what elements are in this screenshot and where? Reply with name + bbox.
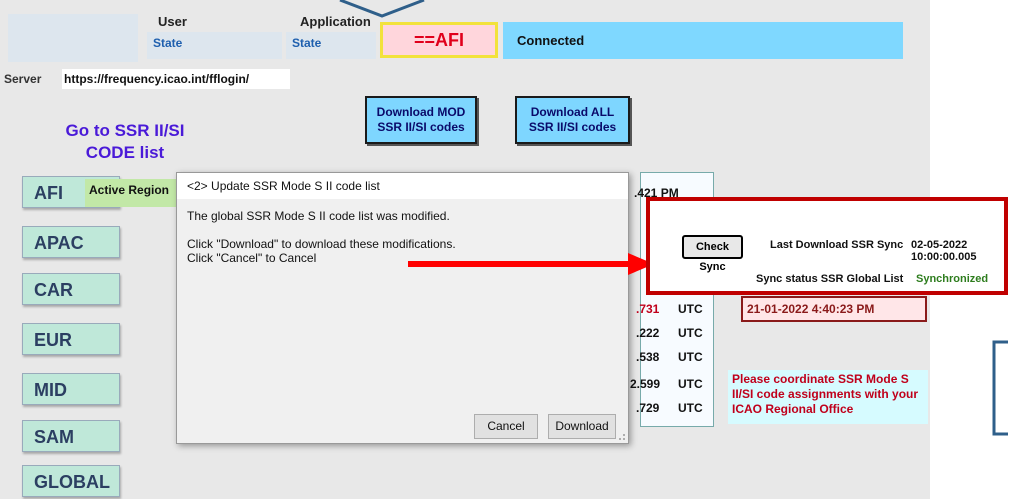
dialog-message: The global SSR Mode S II code list was m… [187, 209, 450, 223]
download-all-button[interactable]: Download ALL SSR II/SI codes [515, 96, 630, 144]
region-button-mid[interactable]: MID [22, 373, 120, 405]
sync-status-label: Sync status SSR Global List [756, 273, 904, 285]
user-label: User [158, 14, 187, 29]
connection-status: Connected [503, 22, 903, 59]
utc-value: .731 [636, 302, 660, 316]
bracket-shape-icon [992, 340, 1008, 436]
active-region-label: Active Region [85, 179, 177, 207]
dialog-title: <2> Update SSR Mode S II code list [177, 173, 628, 199]
download-all-line1: Download ALL [530, 105, 615, 119]
server-label: Server [4, 72, 42, 86]
utc-value: .222 [636, 326, 660, 340]
region-button-sam[interactable]: SAM [22, 420, 120, 452]
red-arrow-icon [408, 253, 654, 275]
last-download-value: 02-05-2022 10:00:00.005 [911, 239, 977, 263]
goto-line1: Go to SSR II/SI [65, 121, 185, 140]
utc-value: .729 [636, 401, 660, 415]
last-download-label: Last Download SSR Sync [770, 239, 904, 251]
utc-unit: UTC [678, 326, 703, 340]
resize-grip-icon[interactable] [616, 431, 626, 441]
goto-line2: CODE list [85, 143, 165, 162]
application-label: Application [300, 14, 371, 29]
download-mod-button[interactable]: Download MOD SSR II/SI codes [365, 96, 477, 144]
region-button-global[interactable]: GLOBAL [22, 465, 120, 497]
check-sync-button[interactable]: Check Sync [682, 235, 743, 273]
application-state: State [286, 32, 376, 59]
coordination-note: Please coordinate SSR Mode S II/SI code … [728, 370, 928, 424]
utc-row: 2.599 UTC [630, 377, 703, 391]
user-state: State [147, 32, 282, 59]
dialog-instruction-download: Click "Download" to download these modif… [187, 237, 456, 251]
region-button-eur[interactable]: EUR [22, 323, 120, 355]
utc-row: .222 UTC [636, 326, 703, 340]
goto-ssr-code-list-link[interactable]: Go to SSR II/SI CODE list [60, 120, 190, 164]
region-button-apac[interactable]: APAC [22, 226, 120, 258]
download-mod-line2: SSR II/SI codes [377, 120, 465, 134]
download-all-line2: SSR II/SI codes [528, 120, 617, 134]
utc-unit: UTC [678, 377, 703, 391]
dialog-download-button[interactable]: Download [548, 414, 616, 439]
last-sync-date-field: 21-01-2022 4:40:23 PM [741, 296, 927, 322]
header-spacer [8, 14, 138, 62]
dialog-cancel-button[interactable]: Cancel [474, 414, 538, 439]
utc-row: .538 UTC [636, 350, 703, 364]
utc-value: 2.599 [630, 377, 661, 391]
sync-status-value: Synchronized [916, 273, 989, 285]
utc-row: .731 UTC [636, 302, 703, 316]
download-mod-line1: Download MOD [376, 105, 466, 119]
utc-unit: UTC [678, 350, 703, 364]
update-code-list-dialog: <2> Update SSR Mode S II code list The g… [176, 172, 629, 444]
utc-value: .538 [636, 350, 660, 364]
utc-row: .729 UTC [636, 401, 703, 415]
server-url-field[interactable]: https://frequency.icao.int/fflogin/ [62, 69, 290, 89]
utc-unit: UTC [678, 302, 703, 316]
sync-status-callout: Check Sync Last Download SSR Sync 02-05-… [646, 197, 1008, 295]
region-button-car[interactable]: CAR [22, 273, 120, 305]
active-region-value: ==AFI [380, 22, 498, 58]
utc-unit: UTC [678, 401, 703, 415]
